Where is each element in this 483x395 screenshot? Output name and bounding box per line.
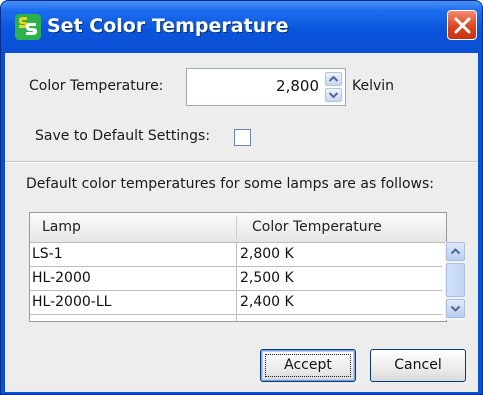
scroll-down-button[interactable]: [446, 299, 465, 318]
chevron-up-icon: [450, 248, 461, 255]
cell-lamp: HL-2000: [32, 270, 91, 286]
window-title: Set Color Temperature: [47, 15, 289, 37]
scroll-thumb[interactable]: [446, 263, 465, 297]
kelvin-unit-label: Kelvin: [352, 78, 395, 94]
spinner-up-button[interactable]: [325, 72, 342, 86]
ss-logo-icon: [15, 14, 41, 40]
focus-ring: [265, 354, 351, 377]
lamp-table: Lamp Color Temperature LS-1 2,800 K HL-2…: [29, 212, 447, 322]
color-temperature-value[interactable]: 2,800: [276, 77, 319, 95]
header-divider: [236, 216, 237, 239]
cell-lamp: LS-1: [32, 246, 63, 262]
info-text: Default color temperatures for some lamp…: [26, 176, 434, 192]
color-temperature-spinner[interactable]: 2,800: [186, 68, 346, 106]
save-default-label: Save to Default Settings:: [35, 128, 211, 144]
spinner-arrows: [325, 72, 342, 102]
color-temperature-label: Color Temperature:: [29, 78, 164, 94]
arrow-down-icon: [328, 92, 339, 99]
scroll-up-button[interactable]: [446, 242, 465, 261]
close-icon: [454, 17, 471, 34]
cell-temperature: 2,500 K: [240, 270, 294, 286]
dialog-window: Set Color Temperature Color Temperature:…: [0, 0, 483, 395]
chevron-down-icon: [450, 305, 461, 312]
table-vertical-scrollbar[interactable]: [445, 242, 466, 320]
arrow-up-icon: [328, 75, 339, 82]
cell-temperature: 2,800 K: [240, 246, 294, 262]
separator: [5, 161, 478, 163]
column-divider: [236, 242, 237, 321]
accept-button[interactable]: Accept: [260, 349, 356, 382]
cancel-button[interactable]: Cancel: [370, 349, 466, 382]
dialog-body: Color Temperature: 2,800 Kelvin Save to …: [5, 53, 478, 392]
title-bar[interactable]: Set Color Temperature: [1, 1, 482, 53]
spinner-down-button[interactable]: [325, 88, 342, 102]
close-button[interactable]: [447, 10, 477, 40]
column-header-lamp[interactable]: Lamp: [42, 219, 81, 235]
table-header: Lamp Color Temperature: [30, 213, 446, 243]
save-default-checkbox[interactable]: [234, 129, 251, 146]
column-header-color-temperature[interactable]: Color Temperature: [252, 219, 382, 235]
cell-temperature: 2,400 K: [240, 294, 294, 310]
cell-lamp: HL-2000-LL: [32, 294, 112, 310]
cancel-button-label: Cancel: [394, 357, 442, 373]
